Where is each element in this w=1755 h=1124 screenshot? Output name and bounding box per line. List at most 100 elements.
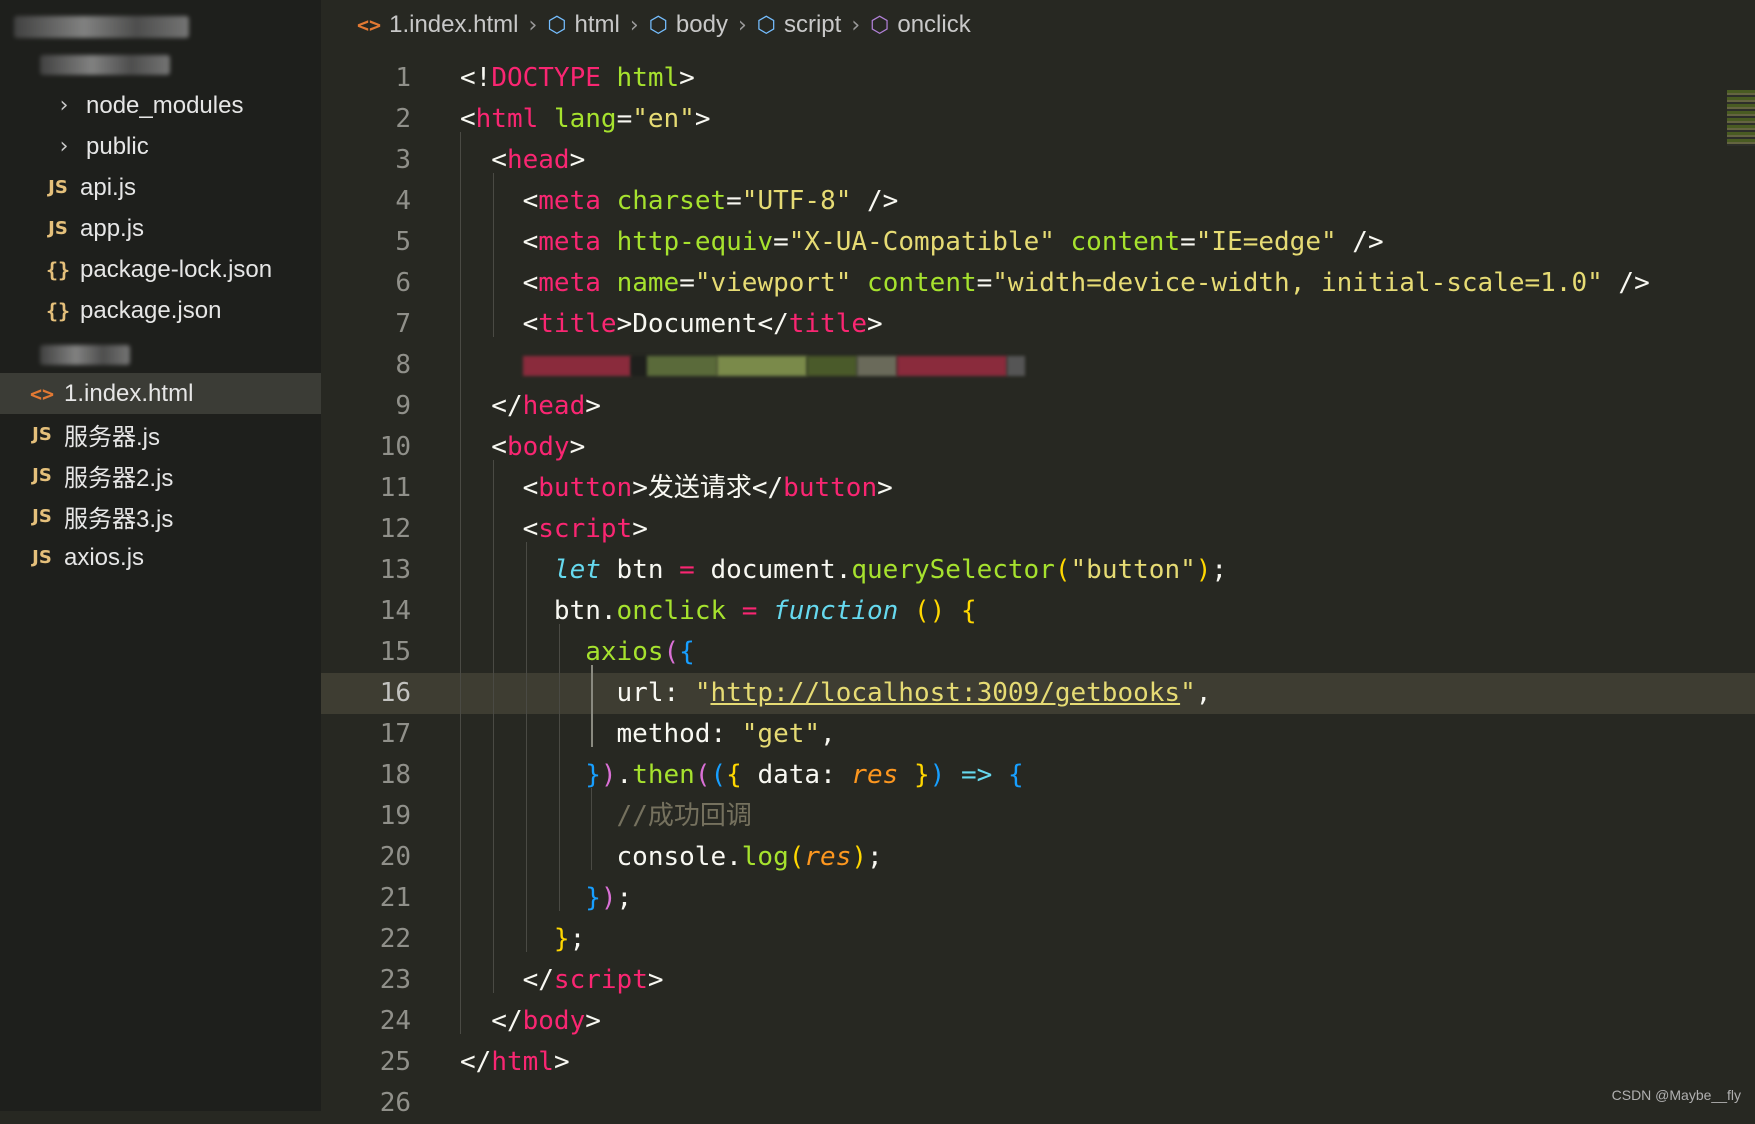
line-number: 8: [395, 350, 411, 380]
code-line[interactable]: 20 console.log(res);: [321, 837, 1755, 878]
code-token: meta: [538, 227, 601, 257]
code-line[interactable]: 10 <body>: [321, 427, 1755, 468]
code-line[interactable]: 9 </head>: [321, 386, 1755, 427]
code-token: <: [460, 227, 539, 257]
redacted-project-folder[interactable]: [40, 55, 170, 75]
code-token: meta: [538, 268, 601, 298]
code-token: ,: [1195, 678, 1212, 708]
breadcrumb-item[interactable]: ⬡ body: [649, 11, 728, 39]
line-number: 12: [379, 514, 411, 544]
tree-item[interactable]: JS 服务器.js: [0, 414, 321, 455]
minimap[interactable]: [1727, 90, 1755, 146]
tree-item[interactable]: JS 服务器2.js: [0, 455, 321, 496]
tree-item[interactable]: JS app.js: [0, 208, 321, 249]
code-line[interactable]: 21 });: [321, 878, 1755, 919]
code-line[interactable]: 6 <meta name="viewport" content="width=d…: [321, 263, 1755, 304]
code-line[interactable]: 24 </body>: [321, 1001, 1755, 1042]
breadcrumb-item[interactable]: ⬡ onclick: [870, 11, 971, 39]
js-file-icon: JS: [32, 547, 52, 568]
code-line[interactable]: 25 </html>: [321, 1042, 1755, 1083]
code-line[interactable]: 2 <html lang="en">: [321, 99, 1755, 140]
tree-item[interactable]: {} package-lock.json: [0, 249, 321, 290]
watermark: CSDN @Maybe__fly: [1611, 1087, 1741, 1103]
code-text: <!DOCTYPE html>: [460, 58, 695, 99]
code-line[interactable]: 16 url: "http://localhost:3009/getbooks"…: [321, 673, 1755, 714]
code-line[interactable]: 5 <meta http-equiv="X-UA-Compatible" con…: [321, 222, 1755, 263]
breadcrumb-item[interactable]: ⬡ html: [547, 11, 620, 39]
code-line[interactable]: 13 let btn = document.querySelector("but…: [321, 550, 1755, 591]
code-token: ): [851, 842, 868, 872]
code-token: meta: [538, 186, 601, 216]
code-line[interactable]: 1 <!DOCTYPE html>: [321, 58, 1755, 99]
code-line[interactable]: 7 <title>Document</title>: [321, 304, 1755, 345]
tree-item-label: package-lock.json: [80, 255, 273, 283]
indent-guide: [559, 624, 560, 911]
code-line[interactable]: 22 };: [321, 919, 1755, 960]
symbol-cube-icon: ⬡: [756, 12, 776, 38]
code-line[interactable]: 8: [321, 345, 1755, 386]
code-text: <meta charset="UTF-8" />: [460, 181, 899, 222]
tree-item-label: 服务器3.js: [64, 506, 174, 533]
code-token: {: [1007, 760, 1024, 790]
line-number: 7: [395, 309, 411, 339]
code-token: lang: [553, 104, 617, 134]
code-token: <: [460, 514, 539, 544]
code-token: ": [694, 678, 711, 708]
tree-item[interactable]: JS api.js: [0, 167, 321, 208]
code-line[interactable]: 4 <meta charset="UTF-8" />: [321, 181, 1755, 222]
line-number: 22: [379, 924, 411, 954]
code-token: //成功回调: [616, 801, 752, 831]
breadcrumb-file[interactable]: <> 1.index.html: [357, 11, 519, 39]
code-line[interactable]: 17 method: "get",: [321, 714, 1755, 755]
code-line[interactable]: 26: [321, 1083, 1755, 1124]
tree-item[interactable]: › public: [0, 126, 321, 167]
code-line[interactable]: 11 <button>发送请求</button>: [321, 468, 1755, 509]
indent-guide: [591, 788, 592, 870]
redacted-code: [716, 355, 807, 376]
code-line[interactable]: 15 axios({: [321, 632, 1755, 673]
tree-item-label: node_modules: [86, 91, 244, 119]
redacted-subfolder[interactable]: [40, 345, 130, 365]
code-token: </: [460, 965, 554, 995]
tree-item[interactable]: JS axios.js: [0, 537, 321, 578]
code-token: .: [616, 760, 633, 790]
code-text: method: "get",: [460, 714, 836, 755]
tree-item[interactable]: JS 服务器3.js: [0, 496, 321, 537]
code-token: >: [679, 63, 695, 93]
code-token: let: [553, 555, 601, 585]
code-text: <script>: [460, 509, 648, 550]
tree-item[interactable]: {} package.json: [0, 290, 321, 331]
tree-item-label: public: [86, 132, 149, 160]
code-line[interactable]: 19 //成功回调: [321, 796, 1755, 837]
code-token: html: [491, 1047, 554, 1077]
code-token: }: [585, 883, 601, 913]
code-token: "get": [741, 719, 821, 749]
line-number: 20: [379, 842, 411, 872]
code-token: =: [679, 268, 695, 298]
symbol-cube-icon: ⬡: [648, 12, 668, 38]
code-line[interactable]: 18 }).then(({ data: res }) => {: [321, 755, 1755, 796]
line-number: 19: [379, 801, 411, 831]
tree-item[interactable]: › node_modules: [0, 85, 321, 126]
code-token: script: [553, 965, 648, 995]
code-token: </: [460, 391, 523, 421]
line-number: 14: [379, 596, 411, 626]
code-token: log: [741, 842, 789, 872]
code-text: <button>发送请求</button>: [460, 468, 893, 509]
code-token: "width=device-width, initial-scale=1.0": [992, 268, 1603, 298]
code-editor[interactable]: 1 <!DOCTYPE html> 2 <html lang="en"> 3 <head…: [321, 50, 1755, 1118]
tree-item[interactable]: <> 1.index.html: [0, 373, 321, 414]
indent-guide: [526, 542, 527, 952]
code-token: >: [632, 514, 648, 544]
line-number: 6: [395, 268, 411, 298]
redacted-code: [896, 355, 1007, 376]
chevron-right-icon: ›: [59, 134, 69, 159]
code-line[interactable]: 12 <script>: [321, 509, 1755, 550]
breadcrumb-item[interactable]: ⬡ script: [757, 11, 842, 39]
code-token: ;: [1211, 555, 1228, 585]
code-line[interactable]: 14 btn.onclick = function () {: [321, 591, 1755, 632]
code-line[interactable]: 3 <head>: [321, 140, 1755, 181]
code-line[interactable]: 23 </script>: [321, 960, 1755, 1001]
